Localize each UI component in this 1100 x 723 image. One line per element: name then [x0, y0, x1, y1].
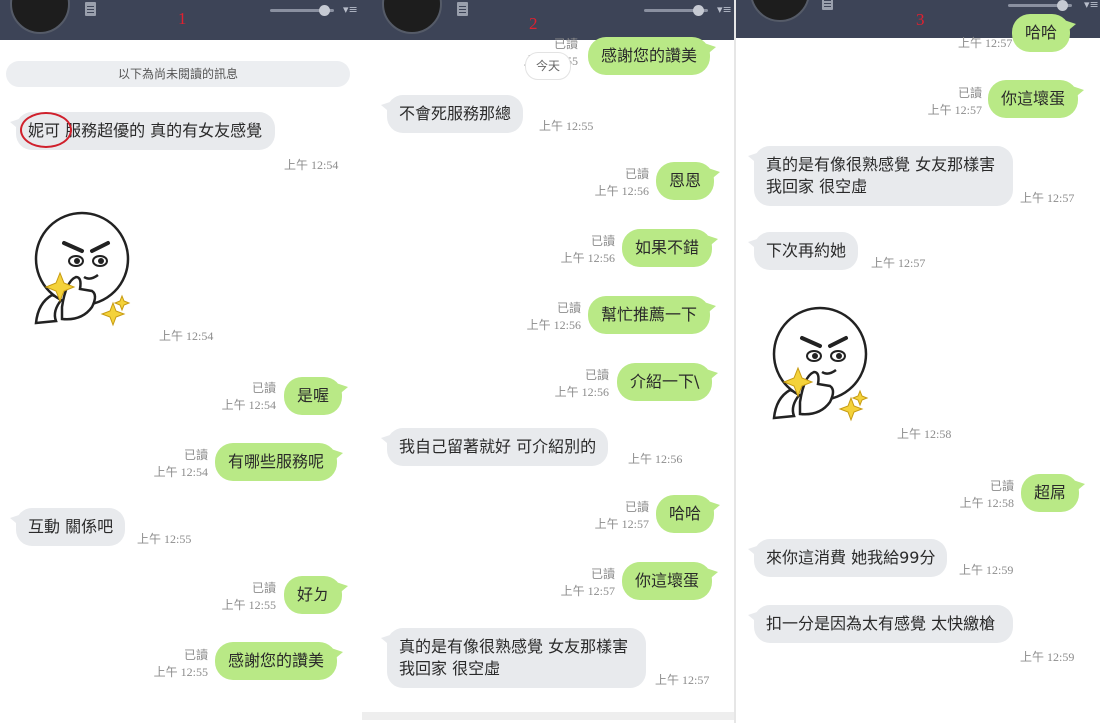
message-bubble[interactable]: 來你這消費 她我給99分 — [747, 539, 948, 577]
message-meta: 已讀 上午 12:54 — [221, 381, 276, 412]
message-bubble[interactable]: 你這壞蛋 — [622, 562, 719, 600]
message-text: 哈哈 — [1025, 23, 1058, 42]
volume-slider[interactable] — [644, 5, 708, 16]
panel-divider — [734, 0, 736, 723]
message-time: 上午 12:54 — [284, 158, 339, 172]
message-time: 上午 12:55 — [539, 119, 594, 133]
message-bubble[interactable]: 我自己留著就好 可介紹別的 — [380, 428, 609, 466]
message-bubble[interactable]: 恩恩 — [656, 162, 721, 200]
highlight-annotation — [20, 112, 72, 148]
message-text: 幫忙推薦一下 — [601, 305, 698, 324]
panel-number: 2 — [529, 14, 538, 33]
message-bubble[interactable]: 真的是有像很熟感覺 女友那樣害我回家 很空虛 — [381, 628, 646, 688]
avatar[interactable] — [382, 0, 442, 34]
message-meta: 已讀 上午 12:56 — [594, 167, 649, 198]
message-text: 下次再約她 — [766, 241, 847, 260]
message-bubble[interactable]: 有哪些服務呢 — [215, 443, 344, 481]
message-text: 哈哈 — [669, 504, 702, 523]
message-meta: 已讀 上午 12:57 — [560, 567, 615, 598]
panel-number: 3 — [916, 10, 925, 29]
message-bubble[interactable]: 下次再約她 — [747, 232, 859, 270]
sticker-icon[interactable] — [22, 203, 142, 345]
message-text: 感謝您的讚美 — [601, 46, 698, 65]
message-bubble[interactable]: 不會死服務那總 — [380, 95, 524, 133]
chat-header-1: 1 ▾≡ — [0, 0, 362, 40]
message-meta: 已讀上午 12:55 — [153, 648, 208, 679]
message-bubble[interactable]: 互動 關係吧 — [9, 508, 126, 546]
message-meta: 已讀 上午 12:57 — [927, 86, 982, 117]
message-bubble[interactable]: 是喔 — [284, 377, 349, 415]
note-icon[interactable] — [822, 0, 833, 10]
note-icon[interactable] — [85, 2, 96, 16]
message-text: 如果不錯 — [635, 238, 700, 257]
message-bubble[interactable]: 真的是有像很熟感覺 女友那樣害我回家 很空虛 — [748, 146, 1013, 206]
slider-knob[interactable] — [319, 5, 330, 16]
message-meta: 已讀 上午 12:56 — [560, 234, 615, 265]
message-meta: 已讀上午 12:55 — [221, 581, 276, 612]
message-time: 上午 12:54 — [159, 329, 214, 343]
message-text: 我自己留著就好 可介紹別的 — [399, 437, 597, 456]
message-text: 是喔 — [297, 386, 330, 405]
message-bubble[interactable]: 介紹一下\ — [617, 363, 719, 401]
message-text: 來你這消費 她我給99分 — [766, 548, 936, 567]
sticker-icon[interactable] — [760, 298, 880, 440]
message-text: 互動 關係吧 — [28, 517, 114, 536]
message-bubble[interactable]: 感謝您的讚美 — [215, 642, 344, 680]
message-time: 上午 12:57 — [871, 256, 926, 270]
message-text: 恩恩 — [669, 171, 702, 190]
message-meta: 已讀 上午 12:54 — [153, 448, 208, 479]
message-time: 上午 12:57 — [1020, 191, 1075, 205]
message-bubble[interactable]: 哈哈 — [1012, 14, 1077, 52]
panel-number: 1 — [178, 9, 187, 28]
message-meta: 已讀 上午 12:56 — [526, 301, 581, 332]
message-bubble[interactable]: 好ㄉ — [284, 576, 349, 614]
unread-divider: 以下為尚未閱讀的訊息 — [6, 61, 350, 87]
message-time: 上午 12:56 — [628, 452, 683, 466]
message-text: 好ㄉ — [297, 585, 330, 604]
volume-slider[interactable] — [270, 5, 334, 16]
menu-icon[interactable]: ▾≡ — [717, 3, 732, 16]
avatar[interactable] — [10, 0, 70, 34]
message-time: 上午 12:55 — [137, 532, 192, 546]
message-text: 扣一分是因為太有感覺 太快繳槍 — [766, 614, 996, 633]
avatar[interactable] — [750, 0, 810, 22]
message-text: 有哪些服務呢 — [228, 452, 325, 471]
message-meta: 已讀 上午 12:56 — [554, 368, 609, 399]
message-time: 上午 12:59 — [959, 563, 1014, 577]
message-bubble[interactable]: 感謝您的讚美 — [588, 37, 717, 75]
message-text: 感謝您的讚美 — [228, 651, 325, 670]
message-text: 你這壞蛋 — [635, 571, 700, 590]
message-bubble[interactable]: 幫忙推薦一下 — [588, 296, 717, 334]
menu-icon[interactable]: ▾≡ — [343, 3, 358, 16]
menu-icon[interactable]: ▾≡ — [1084, 0, 1099, 11]
message-text: 真的是有像很熟感覺 女友那樣害我回家 很空虛 — [399, 637, 629, 678]
message-time: 上午 12:59 — [1020, 650, 1075, 664]
note-icon[interactable] — [457, 2, 468, 16]
slider-knob[interactable] — [693, 5, 704, 16]
message-text: 真的是有像很熟感覺 女友那樣害我回家 很空虛 — [766, 155, 996, 196]
message-meta: 已讀 上午 12:58 — [959, 479, 1014, 510]
date-divider: 今天 — [525, 52, 572, 80]
slider-knob[interactable] — [1057, 0, 1068, 11]
message-bubble[interactable]: 哈哈 — [656, 495, 721, 533]
message-time: 上午 12:57 — [655, 673, 710, 687]
message-bubble[interactable]: 如果不錯 — [622, 229, 719, 267]
message-bubble[interactable]: 扣一分是因為太有感覺 太快繳槍 — [748, 605, 1013, 643]
message-text: 超屌 — [1034, 483, 1067, 502]
message-time: 上午 12:57 — [958, 36, 1013, 50]
message-text: 介紹一下\ — [630, 372, 700, 391]
horizontal-scrollbar[interactable] — [362, 712, 734, 720]
message-time: 上午 12:58 — [897, 427, 952, 441]
message-text: 不會死服務那總 — [399, 104, 512, 123]
chat-header-2: 2 ▾≡ — [362, 0, 734, 40]
volume-slider[interactable] — [1008, 0, 1072, 11]
message-text: 你這壞蛋 — [1001, 89, 1066, 108]
message-meta: 已讀 上午 12:57 — [594, 500, 649, 531]
chat-panel-1: 1 ▾≡ 以下為尚未閱讀的訊息 妮可 服務超優的 真的有女友感覺 上午 12:5… — [0, 0, 362, 723]
message-bubble[interactable]: 你這壞蛋 — [988, 80, 1085, 118]
message-bubble[interactable]: 超屌 — [1021, 474, 1086, 512]
